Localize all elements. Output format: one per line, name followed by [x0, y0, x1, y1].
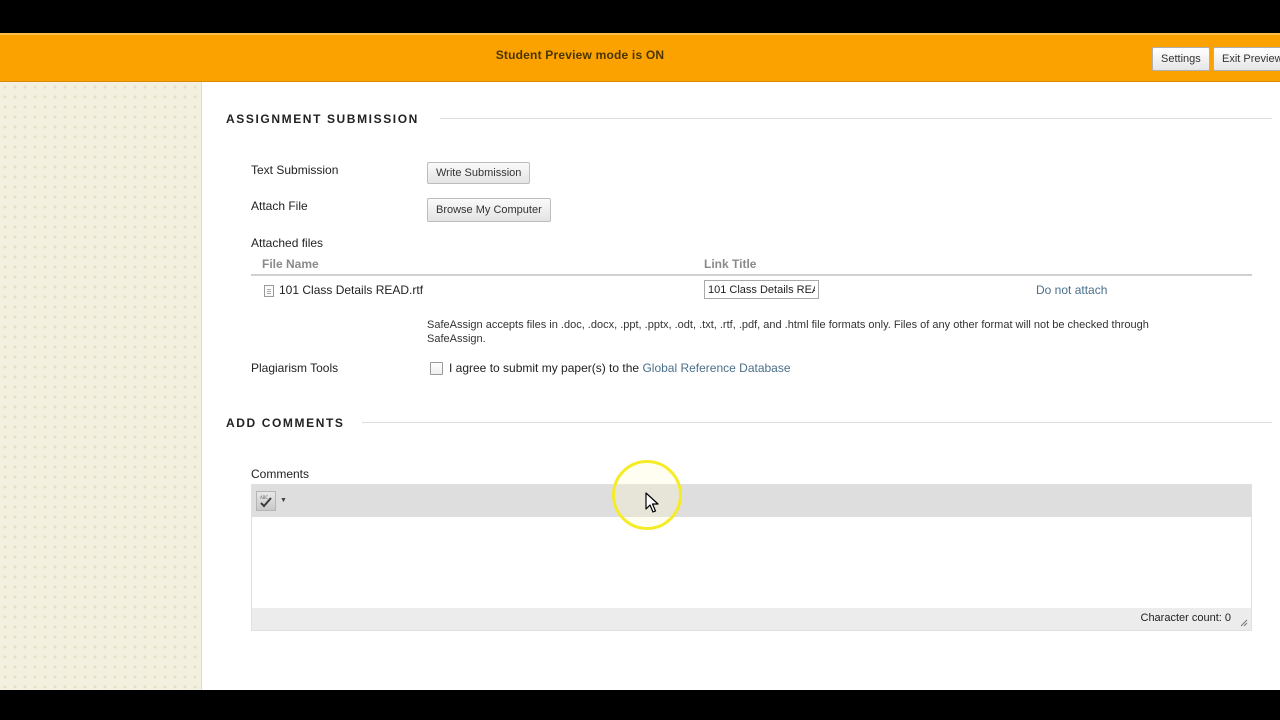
attach-file-label: Attach File	[251, 199, 308, 213]
assignment-submission-heading: ASSIGNMENT SUBMISSION	[226, 112, 419, 126]
comments-label: Comments	[251, 467, 310, 481]
exit-preview-button[interactable]: Exit Preview	[1213, 47, 1280, 71]
character-count: Character count: 0	[1140, 612, 1232, 624]
file-name-column-header: File Name	[262, 257, 319, 271]
comments-textarea[interactable]	[252, 517, 1251, 609]
student-preview-bar: Student Preview mode is ON Settings Exit…	[0, 33, 1280, 82]
editor-footer: Character count: 0	[252, 608, 1251, 630]
link-title-column-header: Link Title	[704, 257, 757, 271]
do-not-attach-link[interactable]: Do not attach	[1036, 283, 1107, 297]
agree-checkbox[interactable]	[430, 362, 443, 375]
main-content: ASSIGNMENT SUBMISSION Text Submission Wr…	[202, 82, 1280, 690]
resize-grip-icon[interactable]	[1240, 619, 1248, 627]
spellcheck-icon[interactable]: ABC	[256, 491, 276, 511]
comments-editor: ABC ▼ Character count: 0	[251, 484, 1252, 631]
screen: Student Preview mode is ON Settings Exit…	[0, 0, 1280, 720]
bottom-black-border	[0, 690, 1280, 720]
attached-files-label: Attached files	[251, 236, 324, 250]
top-black-border	[0, 0, 1280, 33]
file-name-cell: 101 Class Details READ.rtf	[279, 283, 424, 297]
section-divider	[362, 422, 1272, 423]
table-header-rule	[251, 274, 1252, 276]
add-comments-heading: ADD COMMENTS	[226, 416, 345, 430]
preview-message: Student Preview mode is ON	[495, 48, 665, 62]
text-submission-label: Text Submission	[251, 163, 339, 177]
document-icon	[264, 285, 274, 297]
safeassign-note: SafeAssign accepts files in .doc, .docx,…	[427, 319, 1149, 345]
agree-statement: I agree to submit my paper(s) to the	[449, 361, 640, 375]
mouse-pointer-icon	[645, 492, 659, 513]
browse-my-computer-button[interactable]: Browse My Computer	[427, 198, 551, 222]
settings-button[interactable]: Settings	[1152, 47, 1210, 71]
agree-text: I agree to submit my paper(s) to the Glo…	[449, 361, 791, 375]
chevron-down-icon[interactable]: ▼	[280, 497, 287, 504]
plagiarism-tools-label: Plagiarism Tools	[251, 361, 339, 375]
global-reference-database-link[interactable]: Global Reference Database	[642, 361, 790, 375]
section-divider	[440, 118, 1272, 119]
write-submission-button[interactable]: Write Submission	[427, 162, 531, 184]
editor-toolbar: ABC ▼	[252, 485, 1251, 517]
link-title-input[interactable]	[704, 280, 819, 299]
svg-text:ABC: ABC	[260, 495, 268, 500]
left-pattern-panel	[0, 82, 202, 690]
